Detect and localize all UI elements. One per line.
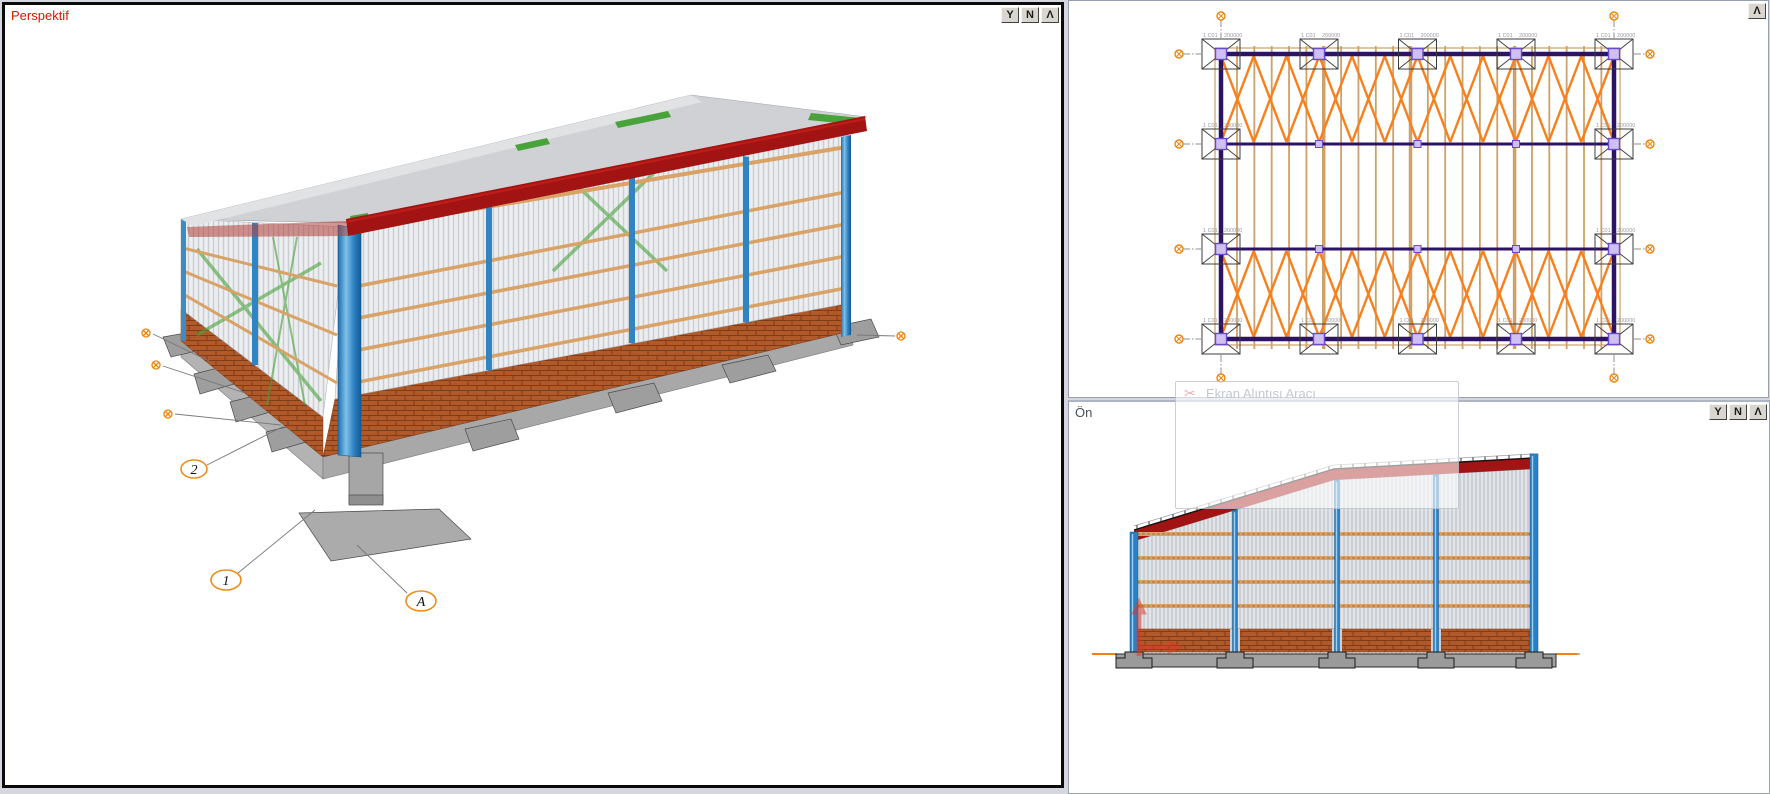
snipping-tool-title: Ekran Alıntısı Aracı — [1206, 386, 1316, 401]
svg-text:200000: 200000 — [1617, 33, 1635, 39]
svg-text:1 C01: 1 C01 — [1301, 318, 1316, 324]
snipping-tool-titlebar: ✂ Ekran Alıntısı Aracı — [1176, 382, 1458, 404]
svg-text:200000: 200000 — [1224, 228, 1242, 234]
normal-button[interactable]: N — [1021, 7, 1039, 23]
svg-text:200000: 200000 — [1421, 33, 1439, 39]
scissors-icon: ✂ — [1184, 385, 1196, 402]
bubble-2: 2 — [191, 463, 198, 478]
svg-text:1 C01: 1 C01 — [1400, 33, 1415, 39]
cad-workspace: Perspektif Y N Λ — [0, 0, 1770, 794]
viewport-buttons: Λ — [1748, 3, 1766, 19]
svg-text:1 C01: 1 C01 — [1301, 33, 1316, 39]
filter-button[interactable]: Y — [1001, 7, 1019, 23]
filter-button[interactable]: Y — [1709, 404, 1727, 420]
structural-plan-drawing: 1 C01 200000 1 C01 200000 1 C01 200000 1 C01 20… — [1069, 1, 1768, 397]
bubble-A: A — [416, 595, 426, 610]
svg-text:200000: 200000 — [1224, 318, 1242, 324]
viewport-title: Ön — [1075, 405, 1092, 420]
viewport-buttons: Y N Λ — [1001, 7, 1059, 23]
viewport-title: Perspektif — [11, 8, 69, 23]
svg-text:1 C01: 1 C01 — [1596, 33, 1611, 39]
bubble-1: 1 — [223, 574, 230, 589]
svg-text:1 C01: 1 C01 — [1203, 228, 1218, 234]
svg-text:200000: 200000 — [1322, 318, 1340, 324]
svg-text:1 C01: 1 C01 — [1596, 318, 1611, 324]
svg-text:200000: 200000 — [1617, 228, 1635, 234]
svg-text:200000: 200000 — [1224, 123, 1242, 129]
svg-text:1 C01: 1 C01 — [1498, 33, 1513, 39]
viewport-plan[interactable]: Λ 1 C012000001 C012000001 C012000001 C01… — [1068, 0, 1769, 398]
normal-button[interactable]: N — [1729, 404, 1747, 420]
svg-text:200000: 200000 — [1519, 33, 1537, 39]
svg-text:1 C01: 1 C01 — [1596, 123, 1611, 129]
svg-text:1 C01: 1 C01 — [1203, 123, 1218, 129]
up-button[interactable]: Λ — [1748, 3, 1766, 19]
svg-text:1 C01: 1 C01 — [1498, 318, 1513, 324]
svg-text:200000: 200000 — [1322, 33, 1340, 39]
svg-text:1 C01: 1 C01 — [1203, 318, 1218, 324]
svg-text:200000: 200000 — [1617, 123, 1635, 129]
viewport-perspective[interactable]: Perspektif Y N Λ — [2, 2, 1064, 788]
svg-text:1 C01: 1 C01 — [1203, 33, 1218, 39]
building-3d-view: 2 1 A — [5, 5, 1061, 785]
svg-text:200000: 200000 — [1617, 318, 1635, 324]
svg-text:1 C01: 1 C01 — [1596, 228, 1611, 234]
up-button[interactable]: Λ — [1041, 7, 1059, 23]
up-button[interactable]: Λ — [1749, 404, 1767, 420]
snipping-tool-ghost-window: ✂ Ekran Alıntısı Aracı — [1175, 381, 1459, 509]
viewport-buttons: Y N Λ — [1709, 404, 1767, 420]
svg-text:200000: 200000 — [1421, 318, 1439, 324]
svg-text:1 C01: 1 C01 — [1400, 318, 1415, 324]
corner-column — [338, 225, 361, 457]
svg-text:200000: 200000 — [1224, 33, 1242, 39]
svg-text:200000: 200000 — [1519, 318, 1537, 324]
